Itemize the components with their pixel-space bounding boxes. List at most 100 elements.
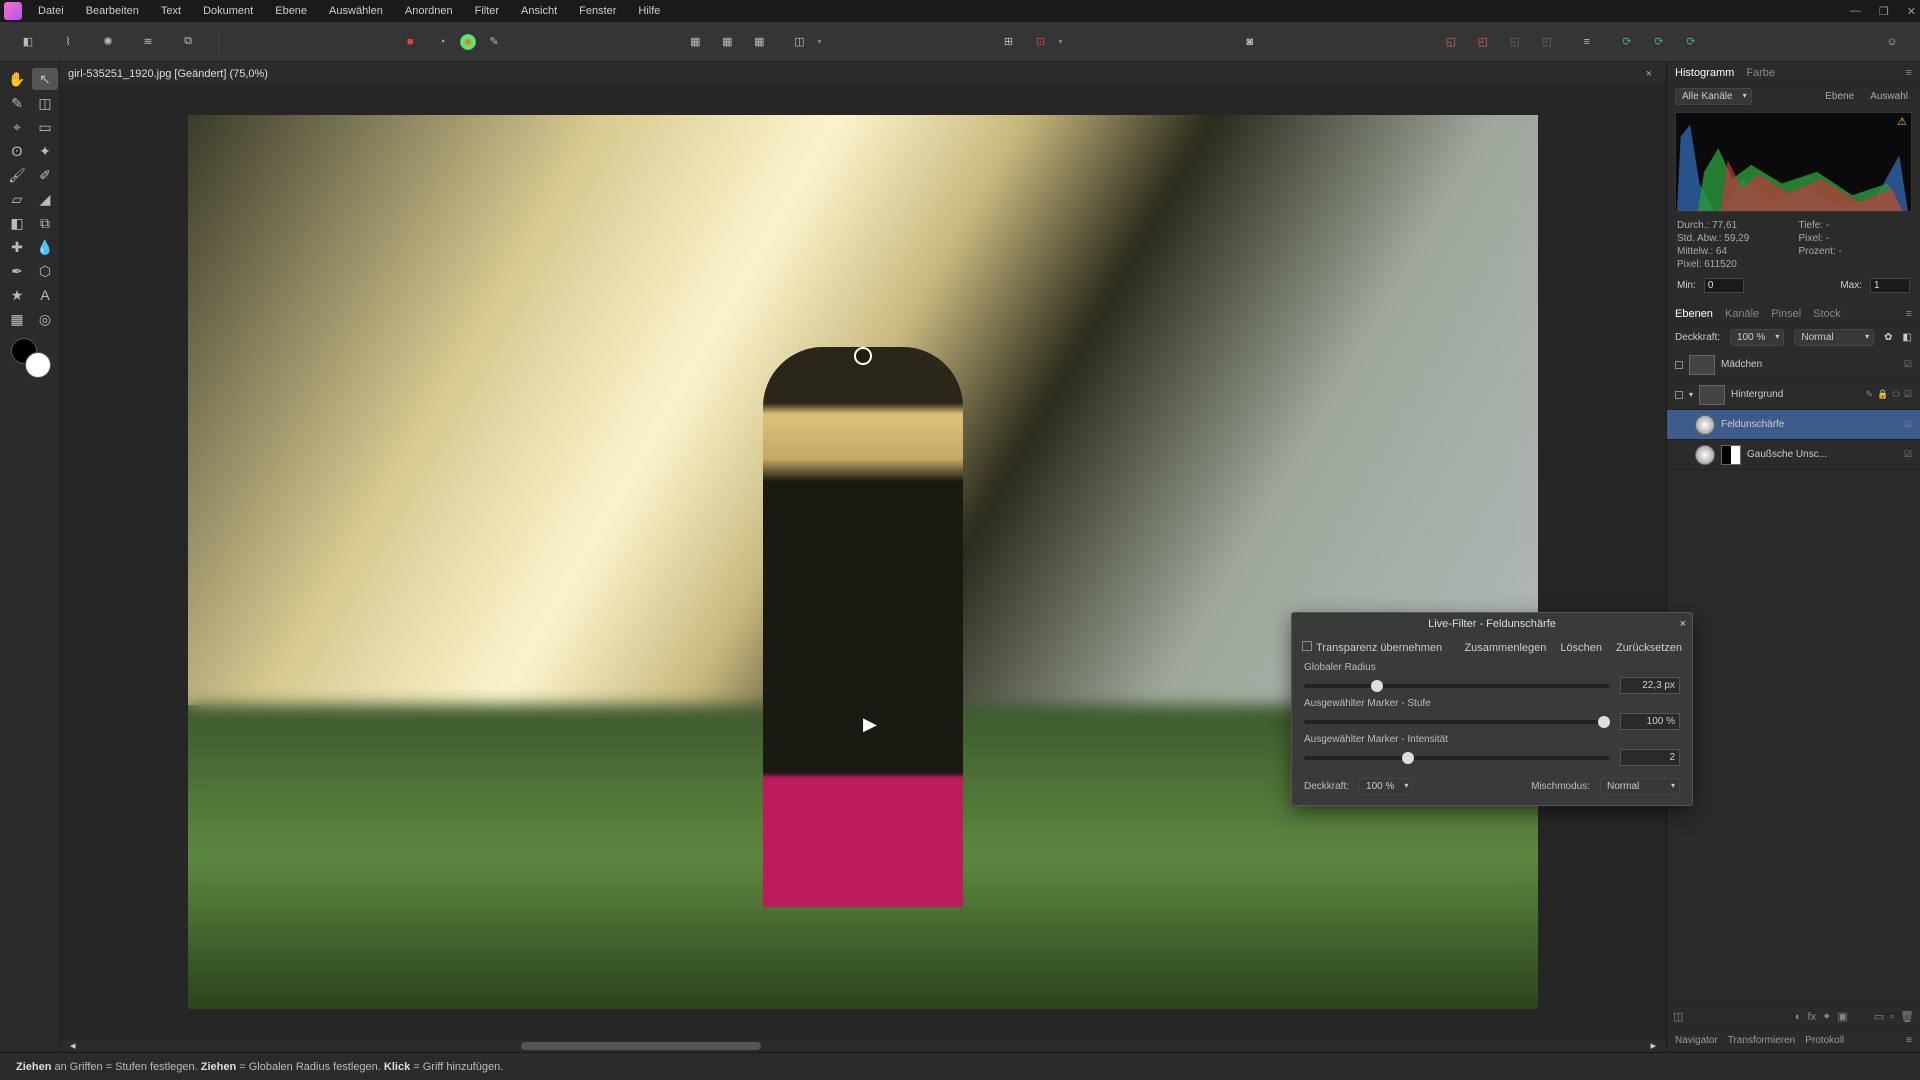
layer-group-icon[interactable]: ▭	[1874, 1010, 1884, 1023]
photo-persona-icon[interactable]: ◧	[14, 28, 42, 56]
dialog-close-icon[interactable]: ×	[1680, 618, 1686, 630]
delete-button[interactable]: Löschen	[1560, 642, 1602, 654]
edit-icon[interactable]: ✎	[1865, 389, 1873, 400]
menu-ebene[interactable]: Ebene	[271, 3, 311, 19]
max-input[interactable]	[1870, 278, 1910, 293]
front-color-icon[interactable]	[25, 352, 51, 378]
reset-button[interactable]: Zurücksetzen	[1616, 642, 1682, 654]
lock-icon[interactable]: 🔒	[1877, 389, 1888, 400]
menu-auswaehlen[interactable]: Auswählen	[325, 3, 387, 19]
tab-transform[interactable]: Transformieren	[1728, 1035, 1795, 1046]
arrange-3-icon[interactable]: ◱	[1501, 28, 1529, 56]
pen-tool-icon[interactable]: ✒	[4, 260, 30, 282]
menu-anordnen[interactable]: Anordnen	[401, 3, 457, 19]
bottom-menu-icon[interactable]: ≡	[1906, 1035, 1912, 1046]
layer-fx2-icon[interactable]: fx	[1808, 1011, 1817, 1023]
sync-3-icon[interactable]: ⟳	[1677, 28, 1705, 56]
layer-check-icon[interactable]: ☑	[1904, 359, 1912, 370]
visibility-toggle-icon[interactable]	[1675, 391, 1683, 399]
dialog-opacity-dropdown[interactable]: 100 %	[1359, 778, 1413, 795]
opacity-dropdown[interactable]: 100 %	[1730, 329, 1784, 346]
layer-name[interactable]: Gaußsche Unsc...	[1747, 449, 1898, 460]
crop-tool-icon[interactable]: ◫	[32, 92, 58, 114]
layer-delete-icon[interactable]: 🗑	[1900, 1010, 1914, 1023]
tab-kanaele[interactable]: Kanäle	[1725, 308, 1759, 320]
eraser-tool-icon[interactable]: ◧	[4, 212, 30, 234]
tab-navigator[interactable]: Navigator	[1675, 1035, 1718, 1046]
tab-history[interactable]: Protokoll	[1805, 1035, 1844, 1046]
minimize-icon[interactable]: —	[1850, 5, 1861, 18]
dialog-blend-dropdown[interactable]: Normal	[1600, 778, 1680, 795]
layer-check-icon[interactable]: ☑	[1904, 419, 1912, 430]
order-dd-icon[interactable]: ▾	[817, 37, 821, 46]
tab-stock[interactable]: Stock	[1813, 308, 1841, 320]
sync-2-icon[interactable]: ⟳	[1645, 28, 1673, 56]
menu-filter[interactable]: Filter	[471, 3, 503, 19]
level-slider[interactable]	[1304, 720, 1610, 724]
tb-redeye-icon[interactable]: ■	[396, 28, 424, 56]
account-icon[interactable]: ☺	[1878, 28, 1906, 56]
sync-1-icon[interactable]: ⟳	[1613, 28, 1641, 56]
brush-tool-icon[interactable]: 🖌	[4, 164, 30, 186]
intensity-value[interactable]: 2	[1620, 749, 1680, 766]
scroll-right-icon[interactable]: ▸	[1650, 1039, 1656, 1052]
layer-adj-icon[interactable]: ◐	[1795, 1011, 1802, 1023]
panel-menu-icon[interactable]: ≡	[1906, 67, 1912, 79]
menu-hilfe[interactable]: Hilfe	[634, 3, 664, 19]
align-left-icon[interactable]: ▦	[681, 28, 709, 56]
channels-dropdown[interactable]: Alle Kanäle	[1675, 88, 1752, 105]
snap-dd-icon[interactable]: ▾	[1058, 37, 1062, 46]
export-persona-icon[interactable]: ⧉	[174, 28, 202, 56]
color-picker-tool-icon[interactable]: ✎	[4, 92, 30, 114]
blur-marker-icon[interactable]	[854, 347, 872, 365]
viewport[interactable]: ▶	[60, 86, 1666, 1038]
document-tab[interactable]: girl-535251_1920.jpg [Geändert] (75,0%)	[68, 68, 268, 80]
snap-icon[interactable]: ⊞	[994, 28, 1022, 56]
visibility-toggle-icon[interactable]	[1675, 361, 1683, 369]
selection-brush-tool-icon[interactable]: ⌖	[4, 116, 30, 138]
tab-ebenen[interactable]: Ebenen	[1675, 308, 1713, 320]
tb-brush-icon[interactable]: ◔	[428, 28, 456, 56]
scroll-thumb[interactable]	[521, 1042, 761, 1050]
dialog-header[interactable]: Live-Filter - Feldunschärfe ×	[1292, 613, 1692, 635]
layer-name[interactable]: Feldunschärfe	[1721, 419, 1898, 430]
text-tool-icon[interactable]: A	[32, 284, 58, 306]
order-icon[interactable]: ◫	[785, 28, 813, 56]
layer-settings-icon[interactable]: ✿	[1884, 332, 1892, 343]
radius-value[interactable]: 22,3 px	[1620, 677, 1680, 694]
layer-row[interactable]: Gaußsche Unsc... ☑	[1667, 440, 1920, 470]
scroll-left-icon[interactable]: ◂	[70, 1039, 76, 1052]
arrange-4-icon[interactable]: ◰	[1533, 28, 1561, 56]
node-tool-icon[interactable]: ⬡	[32, 260, 58, 282]
menu-ansicht[interactable]: Ansicht	[517, 3, 561, 19]
arrange-front-icon[interactable]: ◰	[1469, 28, 1497, 56]
blur-tool-icon[interactable]: 💧	[32, 236, 58, 258]
layer-fx-icon[interactable]: ◧	[1903, 332, 1912, 343]
gradient-tool-icon[interactable]: ◢	[32, 188, 58, 210]
intensity-slider[interactable]	[1304, 756, 1610, 760]
merge-button[interactable]: Zusammenlegen	[1464, 642, 1546, 654]
clone-tool-icon[interactable]: ⧉	[32, 212, 58, 234]
mesh-tool-icon[interactable]: ▦	[4, 308, 30, 330]
expand-icon[interactable]: ▾	[1689, 390, 1693, 399]
marquee-tool-icon[interactable]: ▭	[32, 116, 58, 138]
close-tab-icon[interactable]: ×	[1640, 68, 1658, 80]
menu-datei[interactable]: Datei	[34, 3, 68, 19]
layer-row[interactable]: ▾ Hintergrund ✎🔒⬭☑	[1667, 380, 1920, 410]
radius-slider[interactable]	[1304, 684, 1610, 688]
align-center-icon[interactable]: ▦	[713, 28, 741, 56]
align-right-icon[interactable]: ▦	[745, 28, 773, 56]
horizontal-scrollbar[interactable]: ◂ ▸	[60, 1038, 1666, 1052]
shape-tool-icon[interactable]: ★	[4, 284, 30, 306]
heal-tool-icon[interactable]: ✚	[4, 236, 30, 258]
align-panel-icon[interactable]: ≡	[1573, 28, 1601, 56]
layer-mask-icon[interactable]: ◫	[1673, 1010, 1683, 1023]
maximize-icon[interactable]: ❐	[1879, 5, 1889, 18]
pencil-tool-icon[interactable]: ✐	[32, 164, 58, 186]
canvas[interactable]: ▶	[188, 115, 1537, 1010]
live-filter-dialog[interactable]: Live-Filter - Feldunschärfe × Transparen…	[1291, 612, 1693, 806]
color-swatch[interactable]	[11, 338, 51, 378]
zoom-tool-icon[interactable]: ◎	[32, 308, 58, 330]
layer-check-icon[interactable]: ☑	[1904, 389, 1912, 400]
arrange-back-icon[interactable]: ◱	[1437, 28, 1465, 56]
